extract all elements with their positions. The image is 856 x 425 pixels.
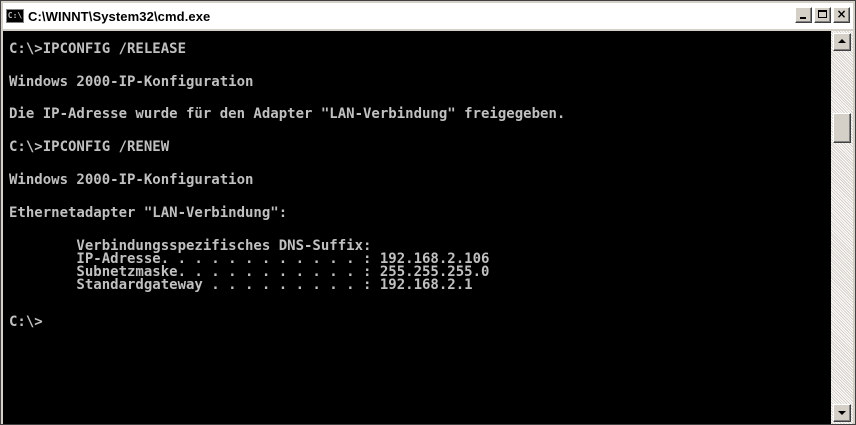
arrow-down-icon [838, 411, 846, 415]
console-line: C:\>IPCONFIG /RENEW [9, 139, 170, 155]
scrollbar-thumb[interactable] [833, 113, 851, 143]
console-line: Windows 2000-IP-Konfiguration [9, 172, 254, 188]
console-window: C:\ C:\WINNT\System32\cmd.exe × C:\>IPCO… [0, 0, 856, 425]
console-output[interactable]: C:\>IPCONFIG /RELEASE Windows 2000-IP-Ko… [3, 31, 831, 424]
close-button[interactable]: × [833, 7, 850, 23]
arrow-up-icon [838, 39, 846, 43]
console-line: Standardgateway . . . . . . . . . : 192.… [9, 277, 473, 293]
console-prompt: C:\> [9, 314, 43, 330]
console-line: C:\>IPCONFIG /RELEASE [9, 41, 187, 57]
console-line: Ethernetadapter "LAN-Verbindung": [9, 205, 288, 221]
minimize-icon [800, 17, 806, 19]
scroll-up-button[interactable] [833, 33, 851, 51]
console-app-icon[interactable]: C:\ [6, 9, 24, 23]
window-title: C:\WINNT\System32\cmd.exe [28, 8, 211, 24]
window-controls: × [795, 7, 850, 23]
console-line: Windows 2000-IP-Konfiguration [9, 74, 254, 90]
maximize-icon [818, 10, 827, 18]
maximize-button[interactable] [814, 7, 831, 23]
title-bar[interactable]: C:\ C:\WINNT\System32\cmd.exe × [3, 3, 853, 29]
close-icon: × [836, 7, 847, 21]
vertical-scrollbar[interactable] [831, 31, 853, 424]
console-line: Die IP-Adresse wurde für den Adapter "LA… [9, 106, 566, 122]
scroll-down-button[interactable] [833, 404, 851, 422]
minimize-button[interactable] [795, 7, 812, 23]
